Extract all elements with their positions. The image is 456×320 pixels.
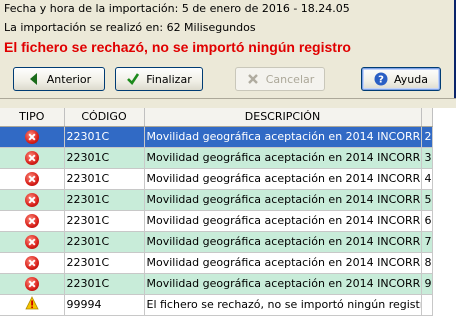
error-icon (24, 129, 39, 144)
arrow-left-icon (27, 72, 41, 86)
cell-number: 8 (421, 252, 433, 274)
cell-codigo: 22301C (64, 189, 145, 211)
table-row[interactable]: 99994 El fichero se rechazó, no se import… (0, 294, 433, 316)
cell-codigo: 22301C (64, 147, 145, 169)
cell-tipo (0, 273, 65, 295)
table-row[interactable]: 22301C Movilidad geográfica aceptación en… (0, 252, 433, 274)
cell-number: 2 (421, 126, 433, 148)
error-icon (24, 255, 39, 270)
import-summary-panel: Fecha y hora de la importación: 5 de ene… (0, 0, 456, 98)
error-icon (24, 234, 39, 249)
cancel-button[interactable]: Cancelar (235, 67, 325, 91)
cell-tipo (0, 231, 65, 253)
warning-icon (25, 296, 39, 313)
cell-descripcion: Movilidad geográfica aceptación en 2014 … (144, 273, 422, 295)
cell-tipo (0, 168, 65, 190)
import-duration-text: La importación se realizó en: 62 Miliseg… (4, 21, 256, 34)
cell-number: 3 (421, 147, 433, 169)
cell-tipo (0, 126, 65, 148)
cell-tipo (0, 210, 65, 232)
cell-descripcion: Movilidad geográfica aceptación en 2014 … (144, 126, 422, 148)
table-row[interactable]: 22301C Movilidad geográfica aceptación en… (0, 210, 433, 232)
cell-tipo (0, 147, 65, 169)
svg-text:?: ? (378, 75, 384, 86)
cell-descripcion: Movilidad geográfica aceptación en 2014 … (144, 210, 422, 232)
table-header-row: TIPO CÓDIGO DESCRIPCIÓN (0, 108, 433, 127)
cell-descripcion: Movilidad geográfica aceptación en 2014 … (144, 168, 422, 190)
results-table: TIPO CÓDIGO DESCRIPCIÓN 22301C Movilidad … (0, 108, 433, 316)
cell-codigo: 22301C (64, 168, 145, 190)
column-header-codigo[interactable]: CÓDIGO (64, 108, 145, 127)
cell-tipo (0, 189, 65, 211)
cell-number: 9 (421, 273, 433, 295)
table-row[interactable]: 22301C Movilidad geográfica aceptación en… (0, 231, 433, 253)
cell-number: 4 (421, 168, 433, 190)
cell-descripcion: Movilidad geográfica aceptación en 2014 … (144, 147, 422, 169)
table-row[interactable]: 22301C Movilidad geográfica aceptación en… (0, 189, 433, 211)
cell-codigo: 99994 (64, 294, 145, 316)
cell-number: 7 (421, 231, 433, 253)
cell-number: 6 (421, 210, 433, 232)
table-row[interactable]: 22301C Movilidad geográfica aceptación en… (0, 147, 433, 169)
cell-codigo: 22301C (64, 126, 145, 148)
help-icon: ? (374, 72, 388, 86)
error-icon (24, 213, 39, 228)
error-icon (24, 171, 39, 186)
results-grid[interactable]: TIPO CÓDIGO DESCRIPCIÓN 22301C Movilidad … (0, 108, 456, 320)
error-icon (24, 192, 39, 207)
cell-codigo: 22301C (64, 210, 145, 232)
cell-codigo: 22301C (64, 273, 145, 295)
cell-descripcion: Movilidad geográfica aceptación en 2014 … (144, 231, 422, 253)
table-row[interactable]: 22301C Movilidad geográfica aceptación en… (0, 168, 433, 190)
cell-number: 5 (421, 189, 433, 211)
help-button[interactable]: ? Ayuda (361, 67, 441, 91)
cancel-button-label: Cancelar (265, 72, 315, 86)
column-header-descripcion[interactable]: DESCRIPCIÓN (144, 108, 422, 127)
column-header-extra[interactable] (421, 108, 433, 127)
close-icon (246, 72, 260, 86)
finish-button-label: Finalizar (146, 72, 192, 86)
help-button-label: Ayuda (394, 72, 428, 86)
back-button[interactable]: Anterior (13, 67, 105, 91)
finish-button[interactable]: Finalizar (115, 67, 203, 91)
cell-descripcion: El fichero se rechazó, no se importó nin… (144, 294, 422, 316)
import-date-text: Fecha y hora de la importación: 5 de ene… (4, 2, 350, 15)
cell-descripcion: Movilidad geográfica aceptación en 2014 … (144, 189, 422, 211)
back-button-label: Anterior (46, 72, 92, 86)
cell-codigo: 22301C (64, 231, 145, 253)
error-icon (24, 276, 39, 291)
cell-codigo: 22301C (64, 252, 145, 274)
error-icon (24, 150, 39, 165)
cell-tipo (0, 294, 65, 316)
cell-number (421, 294, 433, 316)
cell-descripcion: Movilidad geográfica aceptación en 2014 … (144, 252, 422, 274)
splitter[interactable] (0, 98, 456, 108)
checkmark-icon (126, 72, 140, 86)
table-row[interactable]: 22301C Movilidad geográfica aceptación en… (0, 273, 433, 295)
column-header-tipo[interactable]: TIPO (0, 108, 65, 127)
rejection-message: El fichero se rechazó, no se importó nin… (4, 39, 351, 55)
table-row[interactable]: 22301C Movilidad geográfica aceptación en… (0, 126, 433, 148)
cell-tipo (0, 252, 65, 274)
